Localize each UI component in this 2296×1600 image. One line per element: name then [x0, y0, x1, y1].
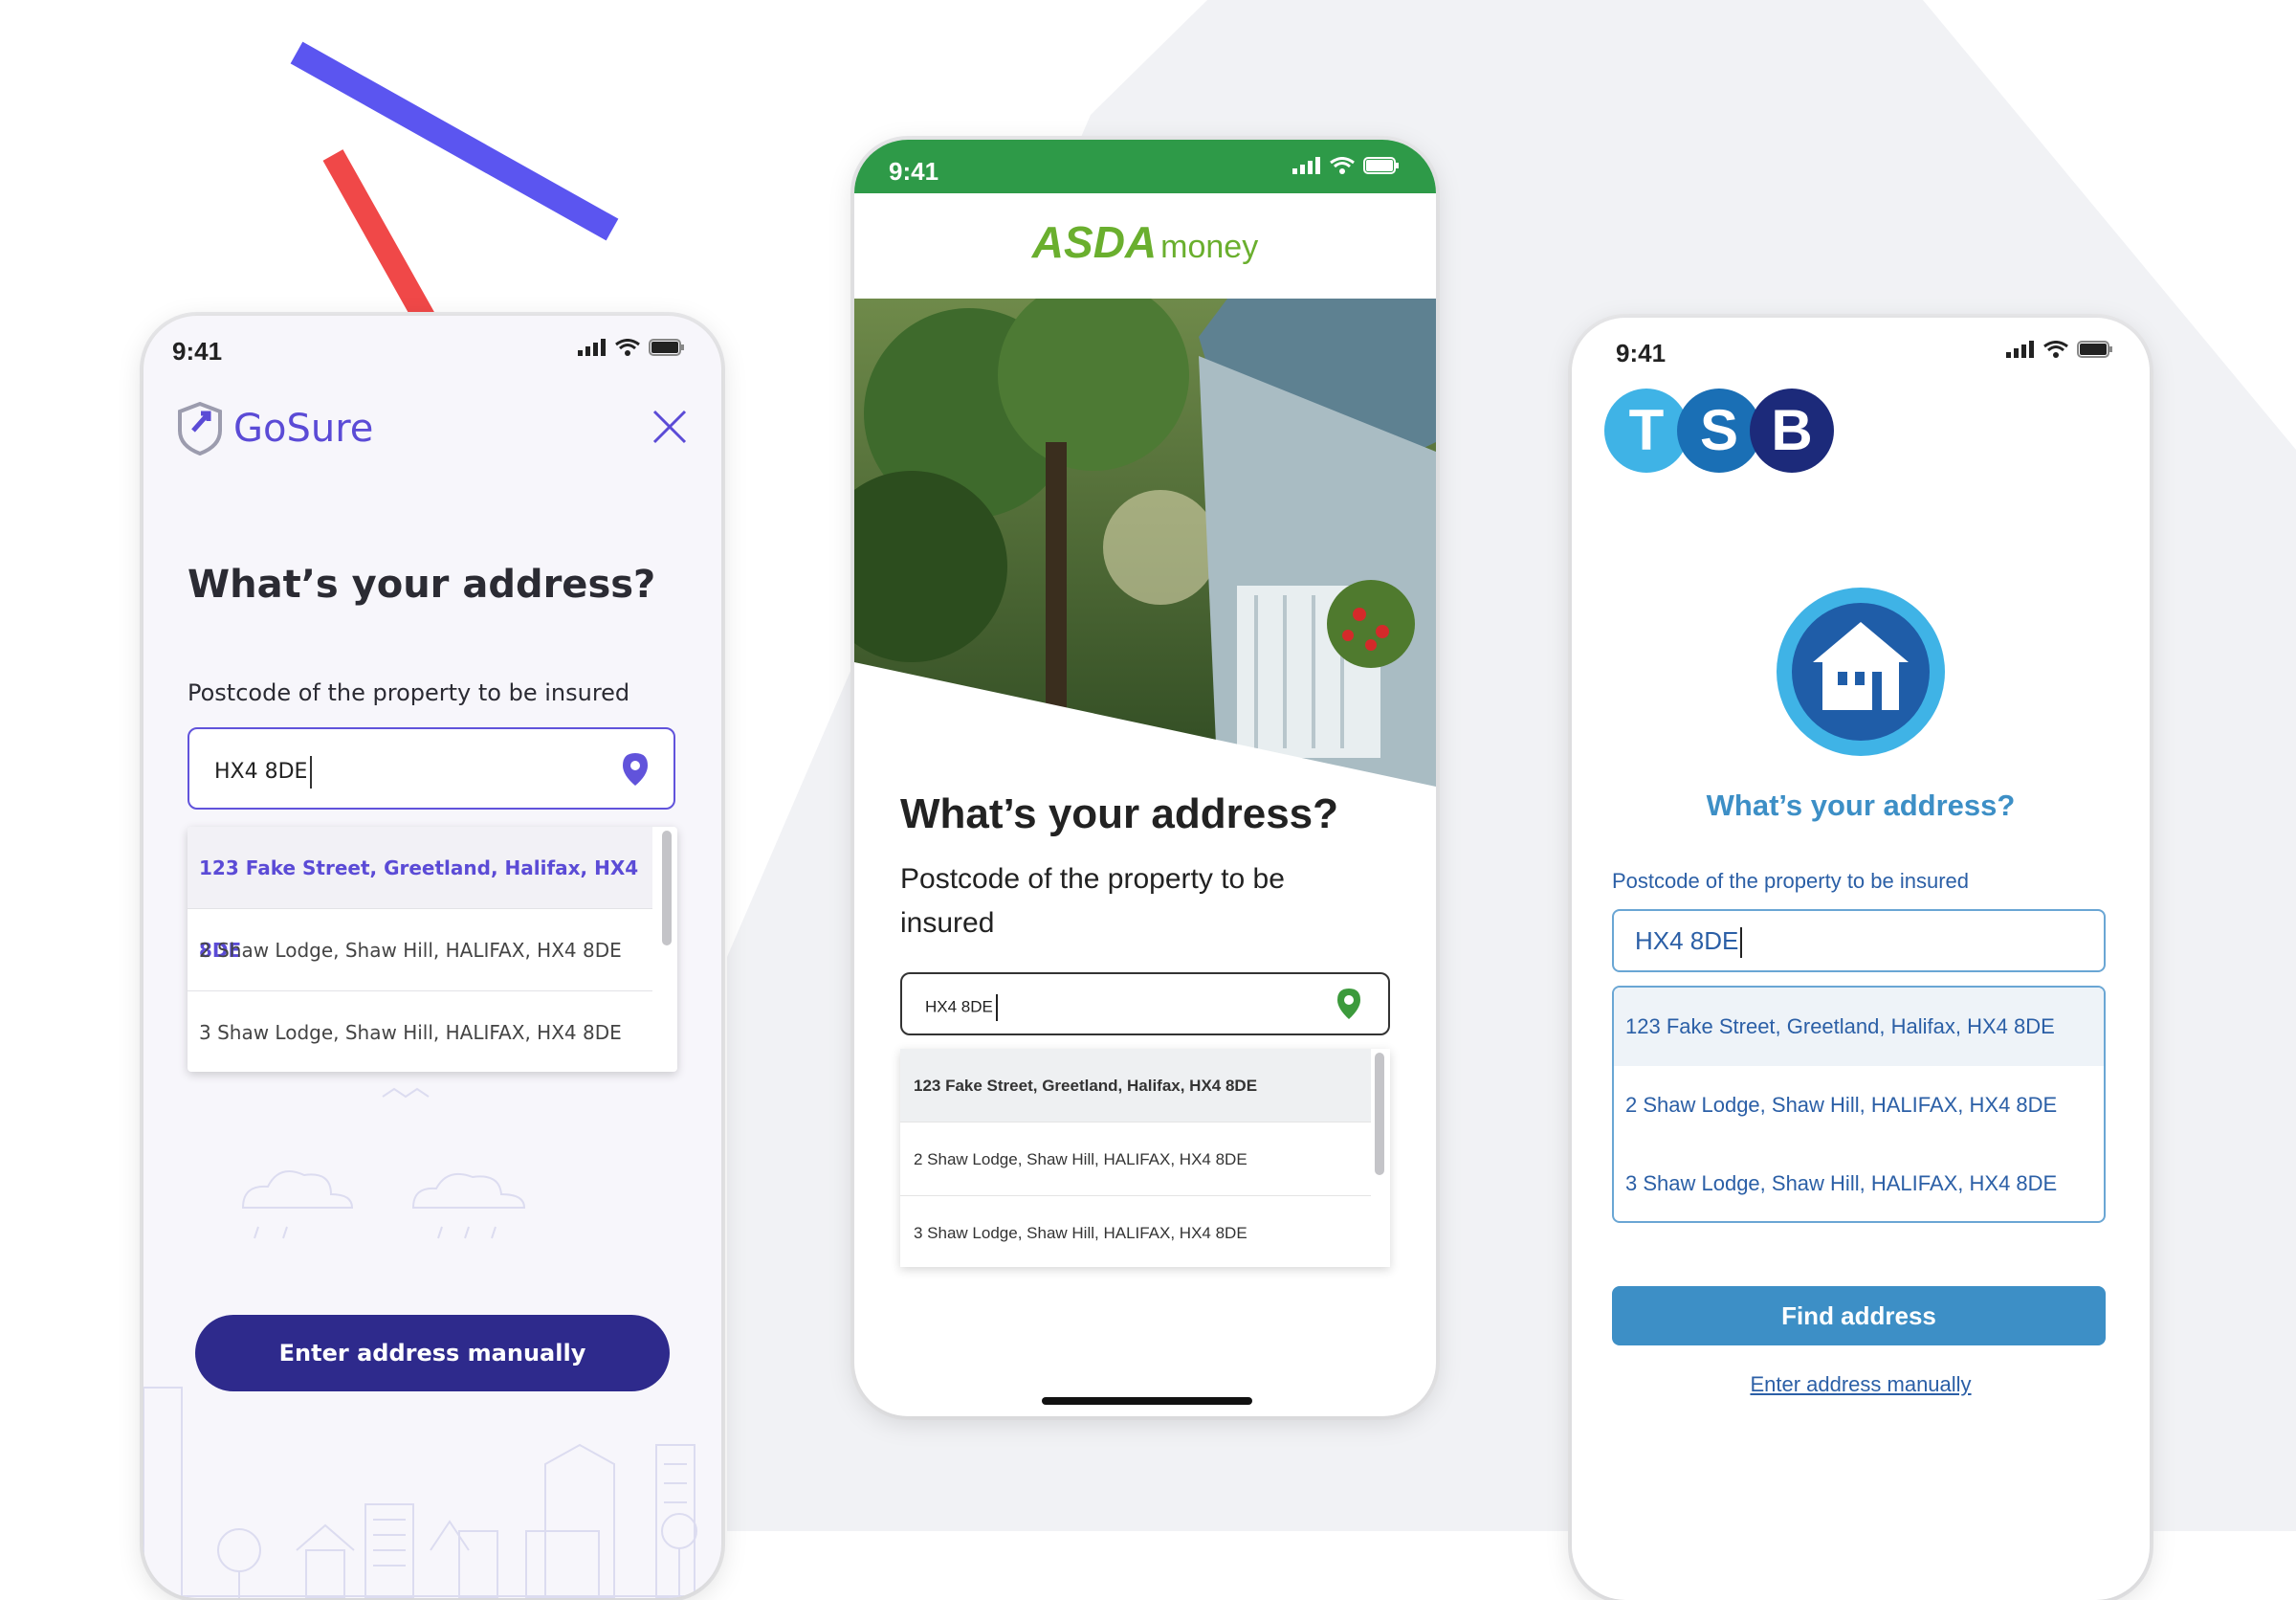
status-bar: 9:41 [144, 316, 721, 375]
scrollbar[interactable] [1375, 1053, 1384, 1175]
address-suggestion[interactable]: 3 Shaw Lodge, Shaw Hill, HALIFAX, HX4 8D… [1614, 1144, 2104, 1221]
page-title: What’s your address? [1706, 789, 2016, 822]
address-suggestion-list: 123 Fake Street, Greetland, Halifax, HX4… [900, 1049, 1390, 1267]
status-icons [578, 339, 685, 356]
tsb-letter-t: T [1629, 398, 1665, 462]
postcode-input-value[interactable]: HX4 8DE [1635, 926, 1742, 958]
battery-icon [649, 339, 684, 356]
tsb-letter-s: S [1700, 398, 1738, 462]
status-time: 9:41 [889, 157, 939, 186]
postcode-input-value[interactable]: HX4 8DE [214, 756, 312, 789]
close-icon[interactable] [651, 408, 689, 446]
address-suggestion[interactable]: 3 Shaw Lodge, Shaw Hill, HALIFAX, HX4 8D… [900, 1196, 1371, 1267]
asda-money-logo: ASDA money [854, 193, 1436, 299]
location-pin-icon[interactable] [1336, 988, 1361, 1020]
wifi-icon [615, 339, 640, 356]
status-time: 9:41 [1616, 339, 1667, 367]
page-title: What’s your address? [188, 563, 656, 607]
postcode-label: Postcode of the property to be insured [1612, 869, 1970, 893]
address-suggestion[interactable]: 123 Fake Street, Greetland, Halifax, HX4… [188, 827, 652, 962]
postcode-input[interactable]: HX4 8DE [1612, 909, 2106, 972]
battery-icon [1363, 157, 1399, 174]
gosure-brand-text: GoSure [233, 407, 374, 451]
address-suggestion[interactable]: 2 Shaw Lodge, Shaw Hill, HALIFAX, HX4 8D… [1614, 1066, 2104, 1144]
money-brand-text: money [1160, 229, 1259, 265]
enter-address-manually-button[interactable]: Enter address manually [195, 1315, 670, 1391]
signal-icon [2006, 341, 2034, 358]
tsb-logo: T S B [1604, 389, 1834, 473]
gosure-logo: GoSure [176, 402, 373, 456]
address-suggestion[interactable]: 123 Fake Street, Greetland, Halifax, HX4… [1614, 988, 2104, 1066]
status-time: 9:41 [172, 337, 223, 366]
postcode-input[interactable]: HX4 8DE [188, 727, 675, 810]
location-pin-icon[interactable] [622, 752, 649, 787]
house-photo [854, 299, 1436, 787]
wifi-icon [2043, 341, 2068, 358]
asda-brand-text: ASDA [1031, 217, 1158, 267]
address-suggestion-list: 123 Fake Street, Greetland, Halifax, HX4… [188, 827, 677, 1072]
gosure-phone: 9:41 GoSure What’s your address? Postcod… [144, 316, 721, 1598]
scrollbar[interactable] [662, 831, 672, 945]
home-indicator[interactable] [1042, 1397, 1252, 1405]
address-suggestion-list: 123 Fake Street, Greetland, Halifax, HX4… [1612, 986, 2106, 1223]
address-suggestion[interactable]: 123 Fake Street, Greetland, Halifax, HX4… [900, 1049, 1371, 1122]
postcode-input-value[interactable]: HX4 8DE [925, 994, 998, 1021]
postcode-label: Postcode of the property to be insured [188, 679, 630, 706]
asda-phone: 9:41 ASDA money What’s your address? Post… [854, 140, 1436, 1416]
status-icons [2006, 341, 2113, 358]
postcode-label: Postcode of the property to be insured [900, 863, 1285, 939]
battery-icon [2077, 341, 2112, 358]
postcode-input[interactable]: HX4 8DE [900, 972, 1390, 1035]
shield-icon [178, 402, 222, 456]
status-icons [1292, 157, 1400, 174]
address-suggestion[interactable]: 2 Shaw Lodge, Shaw Hill, HALIFAX, HX4 8D… [188, 909, 652, 991]
tsb-letter-b: B [1771, 398, 1812, 462]
signal-icon [1292, 157, 1320, 174]
find-address-button[interactable]: Find address [1612, 1286, 2106, 1345]
wifi-icon [1330, 157, 1355, 174]
enter-address-manually-link[interactable]: Enter address manually [1572, 1372, 2150, 1397]
signal-icon [578, 339, 606, 356]
address-suggestion[interactable]: 2 Shaw Lodge, Shaw Hill, HALIFAX, HX4 8D… [900, 1122, 1371, 1196]
tsb-phone: 9:41 T S B What’s your address? Postcode… [1572, 318, 2150, 1600]
status-bar: 9:41 [1572, 318, 2150, 377]
page-title: What’s your address? [900, 790, 1339, 837]
house-icon [1777, 588, 1945, 756]
